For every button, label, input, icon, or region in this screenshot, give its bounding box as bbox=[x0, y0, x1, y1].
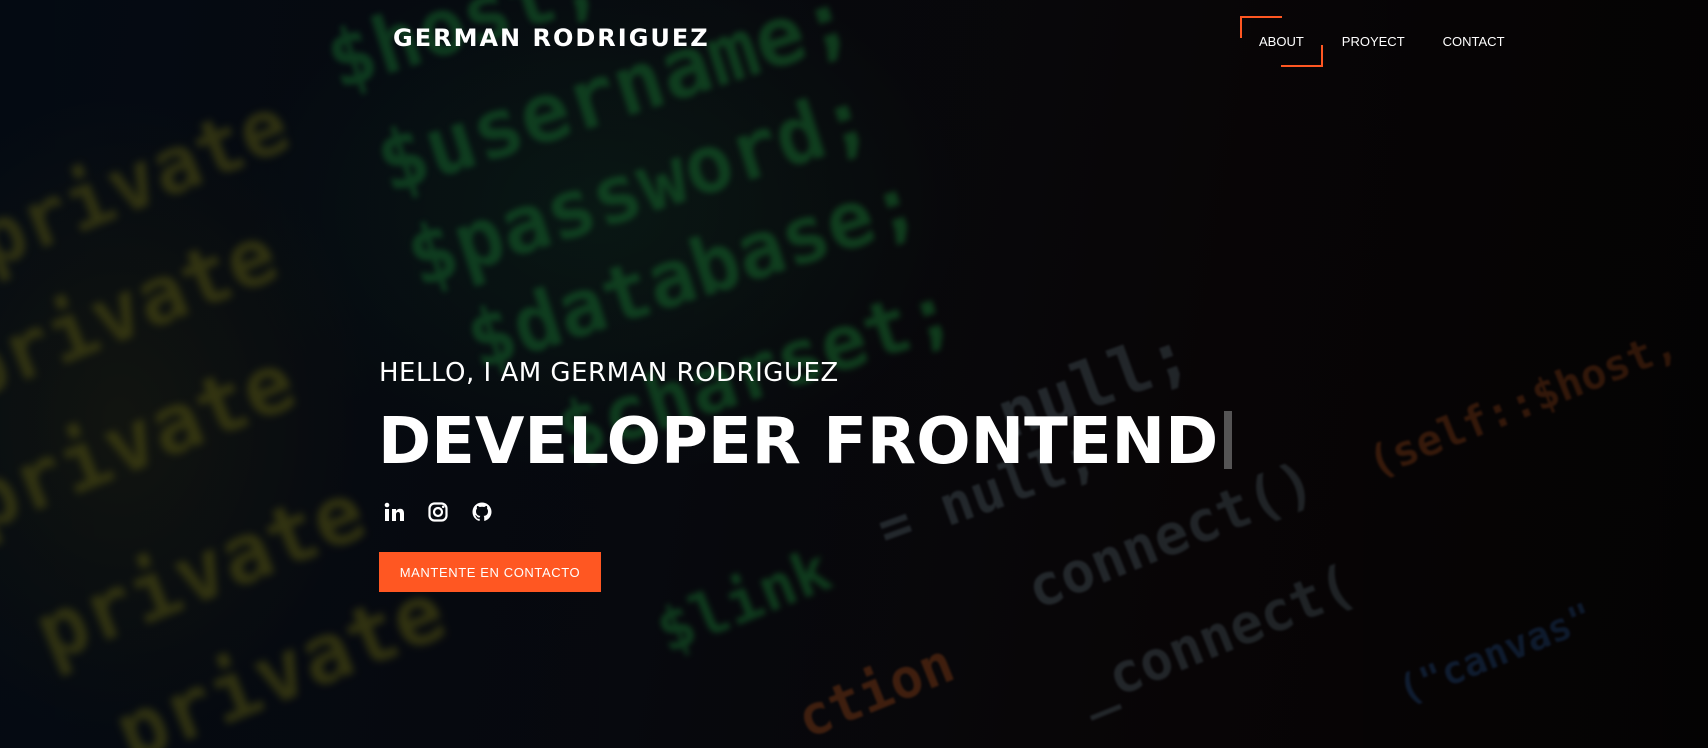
github-link[interactable] bbox=[471, 501, 497, 525]
keep-in-touch-button[interactable]: MANTENTE EN CONTACTO bbox=[379, 552, 601, 592]
nav-item-contact[interactable]: CONTACT bbox=[1424, 30, 1524, 54]
main-nav: ABOUT PROYECT CONTACT bbox=[1240, 16, 1524, 67]
instagram-link[interactable] bbox=[427, 501, 453, 525]
background-overlay bbox=[0, 0, 1708, 748]
github-icon bbox=[472, 502, 492, 521]
linkedin-link[interactable] bbox=[383, 501, 409, 525]
site-brand[interactable]: GERMAN RODRIGUEZ bbox=[393, 24, 710, 52]
hero-title-text: DEVELOPER FRONTEND bbox=[378, 405, 1219, 479]
instagram-icon bbox=[428, 502, 448, 522]
hero-title: DEVELOPER FRONTEND bbox=[378, 402, 1233, 482]
typing-cursor bbox=[1224, 411, 1233, 469]
linkedin-icon bbox=[384, 502, 404, 521]
background-code-image: $host; $username; $password; $database; … bbox=[0, 0, 1684, 748]
nav-item-about[interactable]: ABOUT bbox=[1240, 16, 1323, 67]
social-links bbox=[383, 501, 497, 525]
nav-item-proyect[interactable]: PROYECT bbox=[1323, 30, 1424, 54]
hero-section: $host; $username; $password; $database; … bbox=[0, 0, 1708, 748]
hero-greeting: HELLO, I AM GERMAN RODRIGUEZ bbox=[379, 358, 839, 388]
